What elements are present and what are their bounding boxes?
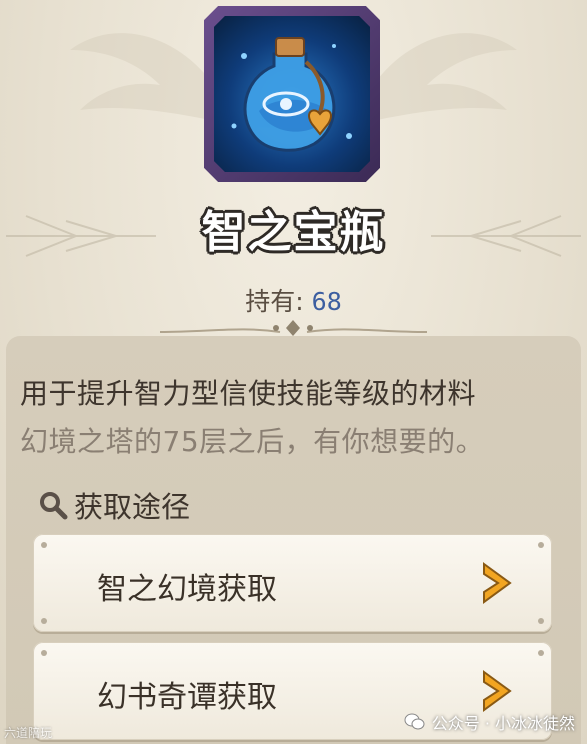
- chevron-right-icon: [483, 562, 512, 604]
- item-hint: 幻境之塔的75层之后，有你想要的。: [20, 425, 485, 458]
- corner-dot: [538, 618, 544, 624]
- potion-bottle-icon: [214, 16, 370, 172]
- acquire-option-label: 智之幻境获取: [97, 572, 277, 607]
- watermark-right: 公众号 · 小冰冰徒然: [404, 710, 575, 734]
- watermark-text: 公众号 · 小冰冰徒然: [431, 714, 575, 733]
- item-description: 用于提升智力型信使技能等级的材料: [20, 377, 477, 410]
- item-title-area: 智之宝瓶: [0, 196, 587, 270]
- search-icon: [40, 492, 68, 520]
- corner-dot: [41, 542, 47, 548]
- corner-dot: [538, 650, 544, 656]
- hold-label: 持有:: [245, 287, 304, 316]
- acquire-title-text: 获取途径: [74, 490, 191, 524]
- corner-dot: [41, 650, 47, 656]
- item-name: 智之宝瓶: [201, 207, 386, 258]
- acquire-section-title: 获取途径: [38, 484, 190, 526]
- acquire-option-label: 幻书奇谭获取: [97, 680, 277, 715]
- right-wing-decoration: [377, 33, 517, 120]
- corner-dot: [41, 618, 47, 624]
- watermark-left: 六道陪玩: [4, 726, 53, 740]
- acquire-option-button[interactable]: 智之幻境获取: [33, 534, 552, 632]
- wechat-icon: [404, 713, 425, 730]
- left-wing-decoration: [70, 33, 210, 120]
- item-icon-frame: [204, 6, 380, 182]
- chevron-right-icon: [483, 670, 512, 712]
- hold-count-row: 持有: 68: [0, 282, 587, 318]
- corner-dot: [538, 542, 544, 548]
- hold-count: 68: [311, 287, 342, 316]
